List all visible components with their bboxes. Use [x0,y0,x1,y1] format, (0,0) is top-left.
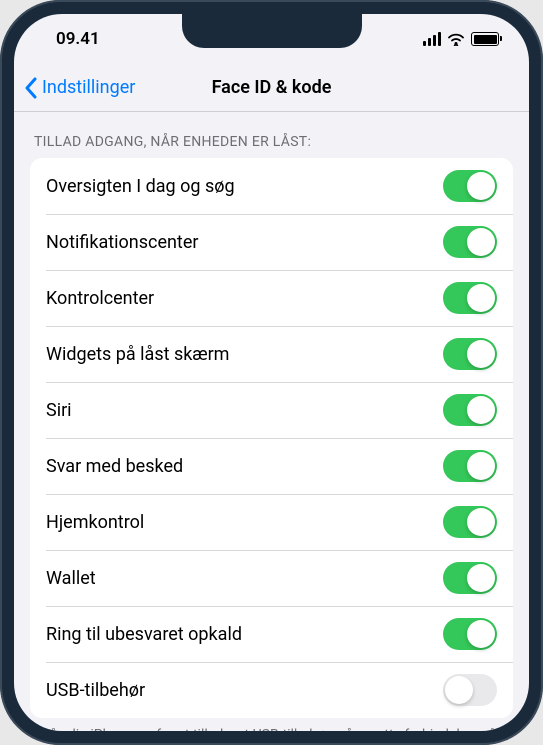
list-row: Hjemkontrol [30,494,513,550]
toggle-switch[interactable] [443,506,497,538]
toggle-switch[interactable] [443,338,497,370]
chevron-left-icon [24,77,38,99]
toggle-switch[interactable] [443,226,497,258]
toggle-knob [467,620,495,648]
toggle-switch[interactable] [443,450,497,482]
toggle-knob [467,172,495,200]
list-row: Wallet [30,550,513,606]
row-label: Notifikationscenter [46,232,198,253]
toggle-switch[interactable] [443,394,497,426]
notch [182,14,362,48]
row-label: USB-tilbehør [46,680,145,701]
nav-bar: Indstillinger Face ID & kode [14,64,529,112]
row-label: Wallet [46,568,96,589]
toggle-knob [467,284,495,312]
toggle-switch[interactable] [443,674,497,706]
toggle-knob [467,564,495,592]
wifi-icon [447,32,465,46]
toggle-knob [467,508,495,536]
toggle-knob [467,228,495,256]
toggle-knob [467,452,495,480]
content-scroll[interactable]: TILLAD ADGANG, NÅR ENHEDEN ER LÅST: Over… [14,112,529,731]
list-row: Widgets på låst skærm [30,326,513,382]
row-label: Svar med besked [46,456,183,477]
battery-icon [471,32,499,46]
list-row: Siri [30,382,513,438]
status-time: 09.41 [56,29,100,49]
row-label: Ring til ubesvaret opkald [46,624,242,645]
page-title: Face ID & kode [212,77,332,98]
list-row: Kontrolcenter [30,270,513,326]
row-label: Oversigten I dag og søg [46,176,235,197]
phone-frame: 09.41 [0,0,543,745]
settings-list: Oversigten I dag og søg Notifikationscent… [30,158,513,718]
list-row: Ring til ubesvaret opkald [30,606,513,662]
list-row: Svar med besked [30,438,513,494]
toggle-knob [467,396,495,424]
list-row: USB-tilbehør [30,662,513,718]
toggle-switch[interactable] [443,618,497,650]
screen: 09.41 [14,14,529,731]
row-label: Kontrolcenter [46,288,154,309]
section-header: TILLAD ADGANG, NÅR ENHEDEN ER LÅST: [14,112,529,158]
back-label: Indstillinger [42,77,135,98]
toggle-knob [445,676,473,704]
toggle-knob [467,340,495,368]
toggle-switch[interactable] [443,282,497,314]
list-row: Notifikationscenter [30,214,513,270]
section-footer: Lås din iPhone op for at tillade, at USB… [14,718,529,731]
back-button[interactable]: Indstillinger [24,77,135,99]
row-label: Hjemkontrol [46,512,144,533]
row-label: Widgets på låst skærm [46,344,229,365]
list-row: Oversigten I dag og søg [30,158,513,214]
toggle-switch[interactable] [443,170,497,202]
row-label: Siri [46,400,72,421]
cellular-signal-icon [423,32,441,46]
toggle-switch[interactable] [443,562,497,594]
